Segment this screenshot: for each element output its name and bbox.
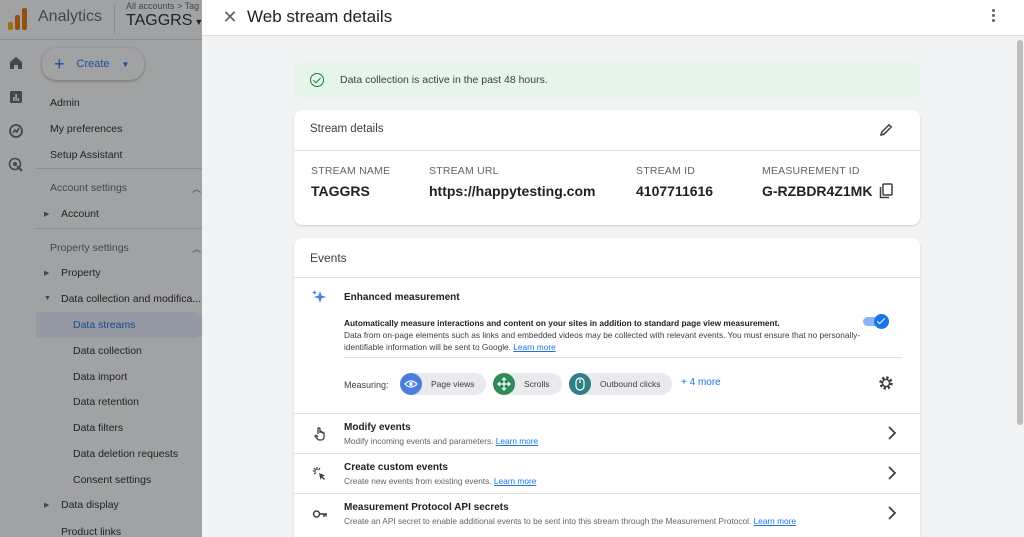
sparkle-click-icon [313,467,325,480]
more-events-link[interactable]: + 4 more [681,377,721,388]
section-divider [344,357,902,358]
drawer-title: Web stream details [247,7,393,26]
stream-url-value: https://happytesting.com [429,183,596,199]
copy-icon[interactable] [879,183,893,199]
row-description-text: Modify incoming events and parameters. [344,436,494,446]
row-divider [294,413,920,414]
row-measurement-protocol-api-secrets[interactable]: Measurement Protocol API secrets Create … [294,493,920,533]
drawer-header: ✕ Web stream details [202,0,1024,36]
close-icon[interactable]: ✕ [222,7,238,27]
chevron-right-icon[interactable] [886,505,898,521]
chevron-right-icon[interactable] [886,425,898,441]
row-title: Modify events [344,422,411,433]
gear-icon[interactable] [878,375,894,391]
stream-details-card: Stream details STREAM NAME TAGGRS STREAM… [294,110,920,225]
stream-id-value: 4107711616 [636,183,714,199]
card-divider [294,277,920,278]
row-description: Create new events from existing events. … [344,476,536,486]
row-modify-events[interactable]: Modify events Modify incoming events and… [294,413,920,453]
chip-outbound-clicks: Outbound clicks [569,373,673,395]
learn-more-link[interactable]: Learn more [754,516,796,526]
scroll-arrows-icon [493,373,515,395]
chip-scrolls: Scrolls [493,373,562,395]
stream-id-label: STREAM ID [636,165,695,177]
events-title: Events [310,251,347,265]
learn-more-link[interactable]: Learn more [496,436,538,446]
stream-url-label: STREAM URL [429,165,499,177]
sparkle-icon [312,290,326,303]
chip-page-views: Page views [400,373,487,395]
check-circle-icon [310,73,324,87]
row-divider [294,493,920,494]
measurement-id-label: MEASUREMENT ID [762,165,860,177]
row-title: Create custom events [344,462,448,473]
scrollbar[interactable] [1017,40,1023,425]
check-icon [874,314,889,329]
edit-pencil-icon[interactable] [878,122,894,138]
chip-label: Page views [431,379,475,389]
enhanced-measurement-desc-line2: Data from on-page elements such as links… [344,330,861,352]
row-create-custom-events[interactable]: Create custom events Create new events f… [294,453,920,493]
measuring-label: Measuring: [344,380,389,390]
row-title: Measurement Protocol API secrets [344,502,509,513]
row-description: Modify incoming events and parameters. L… [344,436,538,446]
stream-name-label: STREAM NAME [311,165,391,177]
row-description-text: Create an API secret to enable additiona… [344,516,752,526]
touch-icon [314,427,325,441]
eye-icon [400,373,422,395]
modal-scrim[interactable] [0,0,202,537]
status-text: Data collection is active in the past 48… [340,74,548,86]
enhanced-measurement-desc-line1: Automatically measure interactions and c… [344,318,780,328]
chip-label: Scrolls [524,379,550,389]
row-description: Create an API secret to enable additiona… [344,516,796,526]
key-icon [312,510,327,518]
stream-name-value: TAGGRS [311,183,370,199]
enhanced-measurement-title: Enhanced measurement [344,292,460,303]
learn-more-link[interactable]: Learn more [513,342,555,352]
stream-details-title: Stream details [310,123,384,135]
row-divider [294,453,920,454]
enhanced-measurement-toggle[interactable] [863,314,889,329]
row-description-text: Create new events from existing events. [344,476,492,486]
card-divider [294,150,920,151]
chevron-right-icon[interactable] [886,465,898,481]
enhanced-measurement-description: Automatically measure interactions and c… [344,317,864,353]
more-vert-icon[interactable] [988,8,998,24]
status-banner: Data collection is active in the past 48… [294,63,920,97]
measurement-id-value: G-RZBDR4Z1MK [762,183,873,199]
chip-label: Outbound clicks [600,379,661,389]
events-card: Events Enhanced measurement Automaticall… [294,238,920,537]
mouse-icon [569,373,591,395]
web-stream-details-drawer: ✕ Web stream details Data collection is … [202,0,1024,537]
learn-more-link[interactable]: Learn more [494,476,536,486]
